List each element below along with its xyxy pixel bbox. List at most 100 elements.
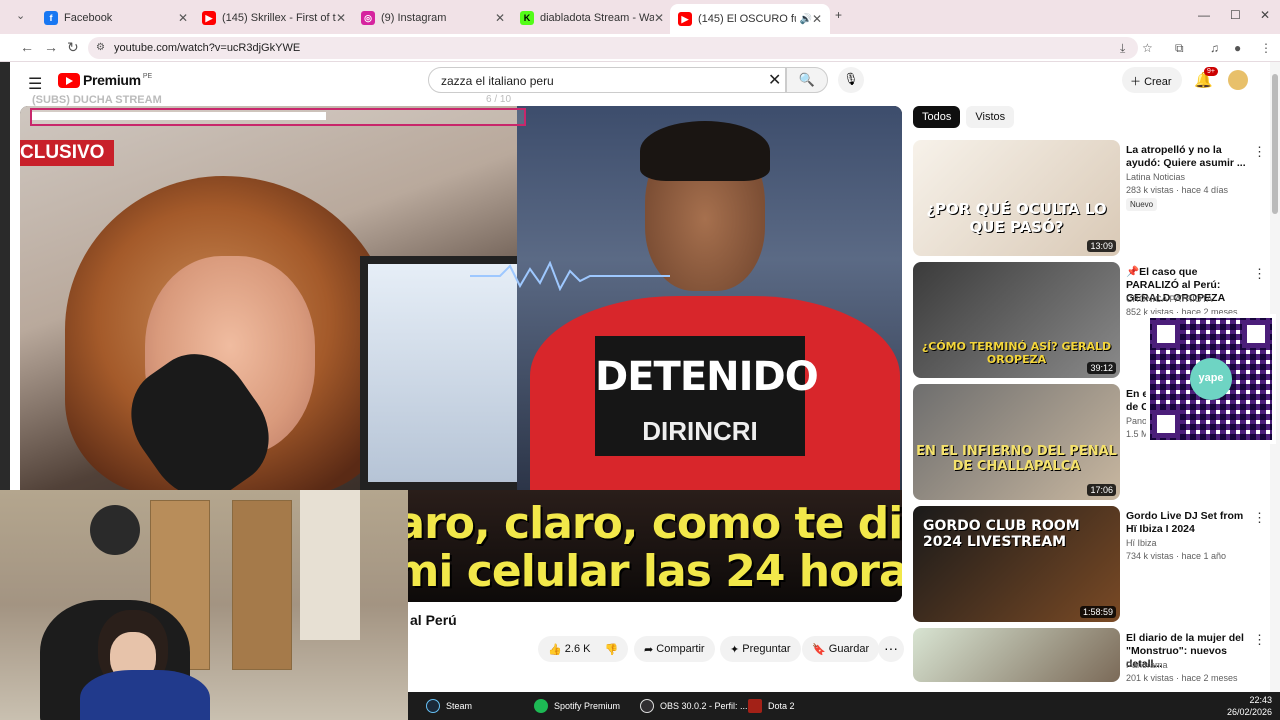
video-thumbnail[interactable]: EN EL INFIERNO DEL PENAL DE CHALLAPALCA …	[913, 384, 1120, 500]
tab-search-icon[interactable]: ⌄	[16, 9, 25, 22]
tab-kick[interactable]: K diabladota Stream - Watch Live ✕	[512, 6, 672, 30]
taskbar-obs[interactable]: OBS 30.0.2 - Perfil: ...	[640, 692, 748, 720]
voice-search-button[interactable]: 🎙	[838, 67, 864, 93]
video-thumbnail[interactable]: GORDO CLUB ROOM 2024 LIVESTREAM 1:58:59	[913, 506, 1120, 622]
close-icon[interactable]: ✕	[654, 11, 664, 25]
rec-title[interactable]: Gordo Live DJ Set from Hï Ibiza I 2024	[1126, 510, 1251, 536]
ask-label: Preguntar	[742, 643, 791, 655]
fan	[90, 505, 140, 555]
caption-line-2: o mi celular las 24 horas	[350, 546, 902, 597]
notifications-button[interactable]: 🔔 9+	[1194, 67, 1218, 89]
youtube-play-icon	[58, 72, 80, 88]
sparkle-icon: ✦	[730, 643, 743, 656]
forward-icon[interactable]: →	[44, 39, 58, 55]
taskbar: Steam Spotify Premium OBS 30.0.2 - Perfi…	[408, 692, 1280, 720]
rec-meta: 201 k vistas · hace 2 meses	[1126, 673, 1238, 682]
bookmark-icon: 🔖	[812, 643, 829, 656]
qr-finder	[1242, 320, 1270, 348]
rec-meta: 283 k vistas · hace 4 días	[1126, 185, 1229, 195]
site-info-icon[interactable]: ⚙	[96, 42, 105, 53]
microphone-icon: 🎙	[843, 72, 859, 86]
chip-vistos[interactable]: Vistos	[966, 106, 1015, 128]
share-label: Compartir	[656, 643, 705, 655]
extensions-icon[interactable]: ⧉	[1175, 41, 1184, 56]
rec-channel[interactable]: CRÓNICA PATRIOTA	[1126, 294, 1213, 304]
new-tab-button[interactable]: +	[835, 8, 842, 22]
install-icon[interactable]: ⤓	[1120, 41, 1125, 56]
tab-facebook[interactable]: f Facebook ✕	[36, 6, 196, 30]
chip-todos[interactable]: Todos	[913, 106, 961, 128]
taskbar-steam[interactable]: Steam	[426, 692, 472, 720]
facebook-icon: f	[44, 11, 58, 25]
close-icon[interactable]: ✕	[812, 12, 822, 26]
profile-icon[interactable]: ●	[1234, 41, 1241, 55]
address-bar-row: ← → ↻ ⚙ youtube.com/watch?v=ucR3djGkYWE …	[0, 34, 1280, 62]
clock-time: 22:43	[1249, 695, 1272, 705]
tab-title: (9) Instagram	[381, 12, 447, 24]
tab-youtube-active[interactable]: ▶ (145) El OSCURO futuro del 🔊 ✕	[670, 4, 830, 34]
streamer-shirt	[80, 670, 210, 720]
url-field[interactable]: ⚙ youtube.com/watch?v=ucR3djGkYWE	[88, 37, 1138, 59]
exclusive-banner: CLUSIVO	[20, 140, 115, 166]
minimize-button[interactable]: —	[1198, 8, 1210, 22]
reload-icon[interactable]: ↻	[67, 39, 79, 56]
share-button[interactable]: ➦ Compartir	[634, 636, 715, 662]
media-icon[interactable]: ♫	[1210, 41, 1219, 55]
tab-instagram[interactable]: ◎ (9) Instagram ✕	[353, 6, 513, 30]
like-count[interactable]: 2.6 K	[565, 643, 591, 655]
taskbar-spotify[interactable]: Spotify Premium	[534, 692, 620, 720]
more-options-icon[interactable]: ⋮	[1253, 144, 1266, 160]
maximize-button[interactable]: ☐	[1230, 8, 1241, 22]
like-icon[interactable]: 👍	[548, 643, 565, 656]
recommendation-item[interactable]: ¿POR QUÉ OCULTA LO QUE PASÓ? 13:09 La at…	[913, 140, 1273, 256]
recommendation-item[interactable]: El diario de la mujer del "Monstruo": nu…	[913, 628, 1273, 682]
rec-channel[interactable]: Panorama	[1126, 660, 1168, 670]
scrollbar-thumb[interactable]	[1272, 74, 1278, 214]
window-close-button[interactable]: ✕	[1260, 8, 1270, 22]
search-button[interactable]: 🔍	[786, 67, 828, 93]
save-button[interactable]: 🔖 Guardar	[802, 636, 880, 662]
clear-search-icon[interactable]: ✕	[768, 70, 781, 90]
rec-title[interactable]: La atropelló y no la ayudó: Quiere asumi…	[1126, 144, 1251, 170]
system-clock[interactable]: 22:43 26/02/2026	[1227, 694, 1272, 718]
video-thumbnail[interactable]: ¿POR QUÉ OCULTA LO QUE PASÓ? 13:09	[913, 140, 1120, 256]
overlay-progress-fill	[32, 112, 326, 120]
video-thumbnail[interactable]	[913, 628, 1120, 682]
speaker-icon[interactable]: 🔊	[799, 14, 811, 25]
country-code: PE	[142, 72, 153, 80]
dislike-icon[interactable]: 👎	[604, 643, 618, 656]
back-icon[interactable]: ←	[20, 39, 34, 55]
search-input[interactable]: zazza el italiano peru	[428, 67, 786, 93]
more-options-icon[interactable]: ⋮	[1253, 632, 1266, 648]
more-actions-button[interactable]: ···	[878, 636, 904, 662]
more-options-icon[interactable]: ⋮	[1253, 266, 1266, 282]
duration-badge: 1:58:59	[1079, 606, 1116, 618]
door	[300, 490, 360, 640]
overlay-title: (SUBS) DUCHA STREAM	[32, 94, 162, 106]
more-options-icon[interactable]: ⋮	[1253, 510, 1266, 526]
overlay-count: 6 / 10	[486, 94, 512, 105]
menu-kebab-icon[interactable]: ⋮	[1260, 41, 1272, 55]
close-icon[interactable]: ✕	[495, 11, 505, 25]
recommendation-item[interactable]: GORDO CLUB ROOM 2024 LIVESTREAM 1:58:59 …	[913, 506, 1273, 622]
taskbar-dota[interactable]: Dota 2	[748, 692, 795, 720]
hamburger-menu-icon[interactable]: ☰	[28, 74, 42, 94]
create-button[interactable]: ＋ Crear	[1122, 67, 1182, 93]
close-icon[interactable]: ✕	[178, 11, 188, 25]
streamer	[80, 610, 210, 720]
close-icon[interactable]: ✕	[336, 11, 346, 25]
youtube-header: ☰ Premium PE zazza el italiano peru ✕ 🔍 …	[10, 62, 1280, 100]
tab-skrillex[interactable]: ▶ (145) Skrillex - First of the Year ✕	[194, 6, 354, 30]
avatar[interactable]	[1228, 70, 1248, 90]
youtube-logo[interactable]: Premium PE	[58, 72, 152, 88]
bookmark-star-icon[interactable]: ☆	[1142, 41, 1153, 55]
audio-wave-graphic	[470, 261, 670, 291]
thumbnail-text: ¿POR QUÉ OCULTA LO QUE PASÓ?	[926, 200, 1107, 236]
rec-channel[interactable]: Hï Ibiza	[1126, 538, 1157, 548]
ask-button[interactable]: ✦ Preguntar	[720, 636, 801, 662]
rec-channel[interactable]: Latina Noticias	[1126, 172, 1185, 182]
video-thumbnail[interactable]: ¿CÓMO TERMINÓ ASÍ? GERALD OROPEZA 39:12	[913, 262, 1120, 378]
yape-logo: yape	[1190, 358, 1232, 400]
clock-date: 26/02/2026	[1226, 707, 1272, 717]
logo-text: Premium	[83, 72, 141, 88]
